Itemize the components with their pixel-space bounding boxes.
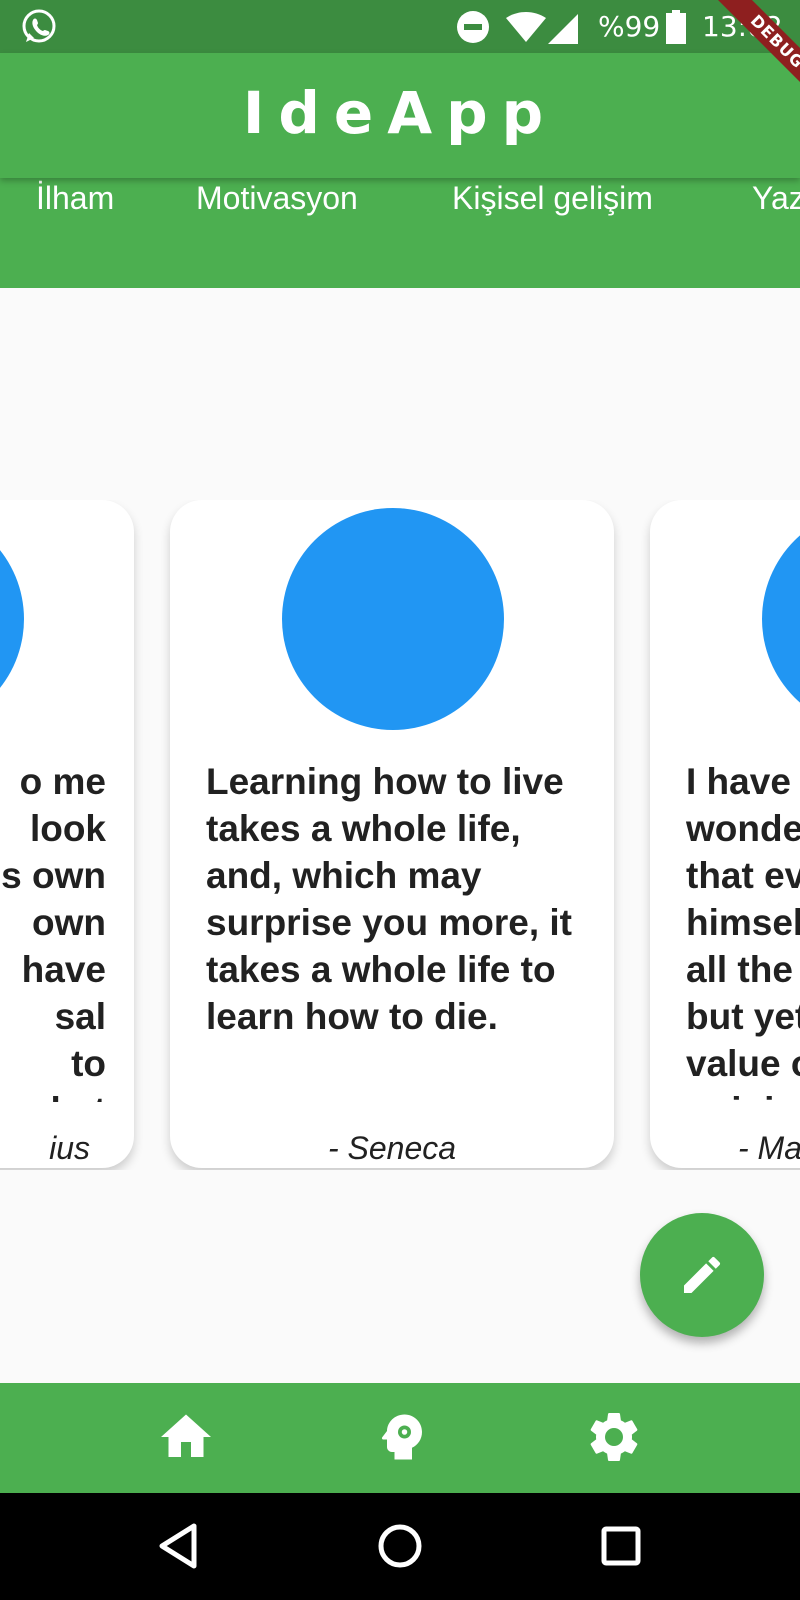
author-avatar	[762, 508, 800, 730]
home-icon	[161, 1414, 211, 1457]
app-bar: IdeApp	[0, 53, 800, 178]
back-triangle-icon	[159, 1523, 197, 1569]
quote-author: - Seneca	[327, 1130, 457, 1166]
system-back-button[interactable]	[146, 1513, 212, 1579]
home-circle-icon	[378, 1524, 422, 1568]
category-tabs: İlham Motivasyon Kişisel gelişim Yaz	[0, 175, 800, 288]
psychology-icon	[381, 1414, 422, 1460]
battery-percent: %99	[598, 10, 661, 43]
do-not-disturb-icon	[457, 11, 489, 43]
wifi-icon	[506, 12, 546, 42]
tab-yaz[interactable]: Yaz	[752, 175, 800, 221]
nav-home-button[interactable]	[156, 1407, 216, 1467]
app-title: IdeApp	[242, 79, 558, 147]
tab-ilham[interactable]: İlham	[36, 175, 114, 221]
tab-kisisel-gelisim[interactable]: Kişisel gelişim	[452, 175, 653, 221]
bottom-navigation	[0, 1383, 800, 1493]
pencil-icon	[684, 1256, 721, 1293]
quote-card-next[interactable]: I have wonde that ev himsel all the but …	[650, 500, 800, 1168]
quote-carousel[interactable]: o me look s own own have sal to what ius…	[0, 500, 800, 1170]
quote-text: I have wonde that ev himsel all the but …	[686, 761, 800, 1102]
clock: 13:02	[702, 10, 783, 43]
recents-square-icon	[601, 1526, 641, 1566]
quote-card-previous[interactable]: o me look s own own have sal to what ius	[0, 500, 134, 1168]
write-fab-button[interactable]	[640, 1213, 764, 1337]
quote-author: - Ma	[738, 1130, 800, 1166]
author-avatar	[0, 508, 24, 730]
tab-motivasyon[interactable]: Motivasyon	[196, 175, 358, 221]
quote-author: ius	[49, 1130, 90, 1166]
system-home-button[interactable]	[367, 1513, 433, 1579]
quote-card-current[interactable]: Learning how to live takes a whole life,…	[170, 500, 614, 1168]
status-bar: %99 13:02	[0, 0, 800, 53]
battery-icon	[666, 10, 686, 44]
author-avatar	[282, 508, 504, 730]
cellular-signal-icon	[548, 14, 578, 44]
nav-settings-button[interactable]	[584, 1407, 644, 1467]
gear-icon	[590, 1412, 638, 1461]
quote-text: Learning how to live takes a whole life,…	[206, 761, 572, 1037]
whatsapp-icon	[22, 9, 56, 43]
system-recents-button[interactable]	[588, 1513, 654, 1579]
nav-ideas-button[interactable]	[372, 1407, 432, 1467]
system-navigation-bar	[0, 1493, 800, 1600]
quote-text: o me look s own own have sal to what	[1, 761, 106, 1102]
